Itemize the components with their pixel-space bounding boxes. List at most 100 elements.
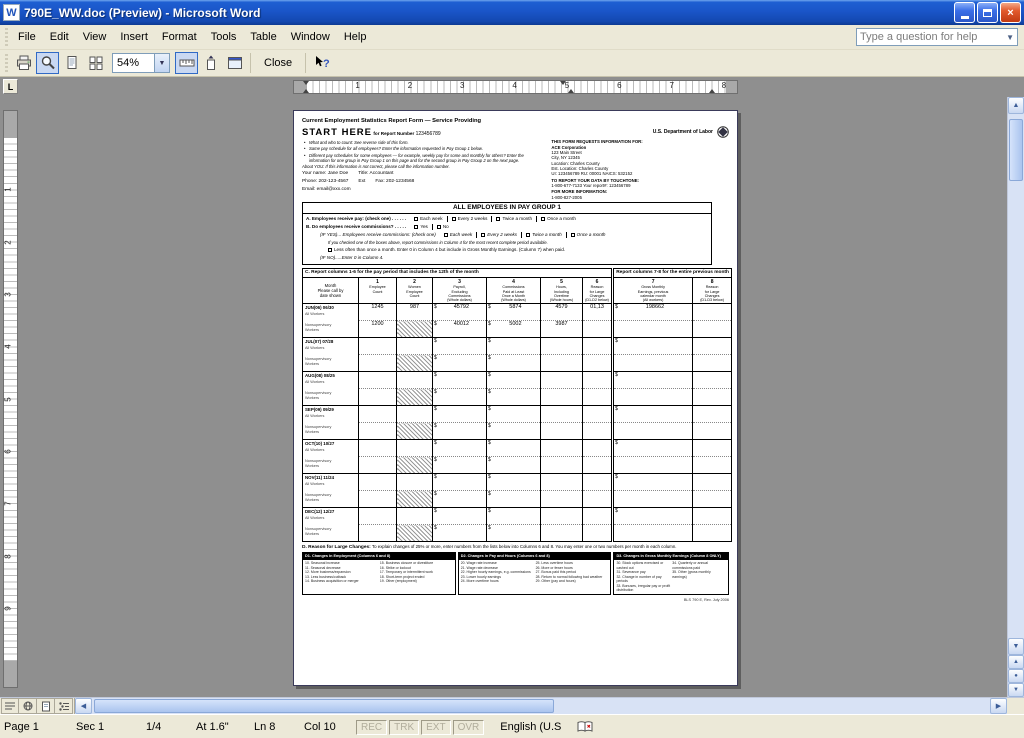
one-page-button[interactable] xyxy=(60,52,83,74)
checkbox-icon[interactable] xyxy=(444,233,448,237)
data-cell[interactable] xyxy=(359,389,397,406)
data-cell[interactable] xyxy=(693,355,732,372)
data-cell[interactable] xyxy=(693,389,732,406)
checkbox-icon[interactable] xyxy=(328,248,332,252)
pay-option[interactable]: No xyxy=(432,224,453,230)
data-cell[interactable] xyxy=(583,355,613,372)
data-cell[interactable] xyxy=(359,355,397,372)
money-cell[interactable]: $ xyxy=(433,525,487,542)
data-cell[interactable]: 987 xyxy=(397,304,433,321)
minimize-button[interactable] xyxy=(954,2,975,23)
money-cell[interactable]: $ xyxy=(613,406,693,423)
data-cell[interactable] xyxy=(397,338,433,355)
hanging-indent-marker[interactable] xyxy=(303,89,309,93)
ask-dropdown-icon[interactable]: ▼ xyxy=(1003,33,1017,42)
data-cell[interactable] xyxy=(583,423,613,440)
month-cell[interactable]: JUL(07) 07/28All WorkersNonsupervisory W… xyxy=(303,338,359,372)
menu-insert[interactable]: Insert xyxy=(113,27,155,47)
vertical-ruler[interactable]: 123456789 xyxy=(3,110,18,688)
money-cell[interactable]: $ xyxy=(613,440,693,457)
data-cell[interactable] xyxy=(541,508,583,525)
money-cell[interactable]: $5002 xyxy=(487,321,541,338)
pay-option[interactable]: Each week xyxy=(440,232,476,238)
help-button[interactable]: ? xyxy=(310,52,333,74)
toolbar-grip[interactable] xyxy=(5,28,8,46)
data-cell[interactable] xyxy=(613,491,693,508)
data-cell[interactable]: 4579 xyxy=(541,304,583,321)
magnifier-button[interactable] xyxy=(36,52,59,74)
menu-edit[interactable]: Edit xyxy=(43,27,76,47)
data-cell[interactable] xyxy=(397,406,433,423)
horizontal-ruler[interactable]: L 12345678 xyxy=(0,77,1024,97)
checkbox-icon[interactable] xyxy=(481,233,485,237)
data-cell[interactable] xyxy=(541,474,583,491)
data-cell[interactable] xyxy=(359,440,397,457)
money-cell[interactable]: $45792 xyxy=(433,304,487,321)
data-cell[interactable] xyxy=(693,406,732,423)
money-cell[interactable]: $ xyxy=(433,457,487,474)
data-cell[interactable] xyxy=(613,457,693,474)
zoom-combobox[interactable]: 54% ▼ xyxy=(112,53,170,73)
checkbox-icon[interactable] xyxy=(571,233,575,237)
pay-option[interactable]: Once a month xyxy=(566,232,610,238)
checkbox-icon[interactable] xyxy=(414,225,418,229)
next-page-icon[interactable]: ▼ xyxy=(1008,683,1024,697)
pay-option[interactable]: Every 2 weeks xyxy=(476,232,521,238)
print-button[interactable] xyxy=(12,52,35,74)
data-cell[interactable] xyxy=(693,440,732,457)
data-cell[interactable] xyxy=(397,508,433,525)
outline-view-button[interactable] xyxy=(55,698,73,714)
money-cell[interactable]: $ xyxy=(487,355,541,372)
data-cell[interactable] xyxy=(541,338,583,355)
money-cell[interactable]: $ xyxy=(613,338,693,355)
horizontal-scrollbar[interactable]: ◀ ▶ xyxy=(0,697,1024,714)
month-cell[interactable]: SEP(09) 09/29All WorkersNonsupervisory W… xyxy=(303,406,359,440)
toolbar-grip[interactable] xyxy=(5,54,8,72)
pay-option[interactable]: Yes xyxy=(410,224,432,230)
money-cell[interactable]: $ xyxy=(433,389,487,406)
vertical-scroll-track[interactable] xyxy=(1008,114,1024,638)
money-cell[interactable]: $ xyxy=(487,474,541,491)
restore-button[interactable] xyxy=(977,2,998,23)
money-cell[interactable]: $ xyxy=(487,389,541,406)
data-cell[interactable] xyxy=(541,440,583,457)
pay-option[interactable]: Each week xyxy=(410,216,446,222)
document-page[interactable]: Current Employment Statistics Report For… xyxy=(293,110,738,686)
data-cell[interactable] xyxy=(359,406,397,423)
data-cell[interactable] xyxy=(359,423,397,440)
scroll-left-icon[interactable]: ◀ xyxy=(75,698,92,714)
month-cell[interactable]: JUN(06) 06/30All WorkersNonsupervisory W… xyxy=(303,304,359,338)
money-cell[interactable]: $ xyxy=(433,406,487,423)
checkbox-icon[interactable] xyxy=(526,233,530,237)
normal-view-button[interactable] xyxy=(1,698,19,714)
data-cell[interactable] xyxy=(541,372,583,389)
data-cell[interactable] xyxy=(397,372,433,389)
previous-page-icon[interactable]: ▲ xyxy=(1008,655,1024,669)
data-cell[interactable] xyxy=(541,355,583,372)
money-cell[interactable]: $ xyxy=(487,508,541,525)
pay-option[interactable]: Twice a month xyxy=(521,232,566,238)
money-cell[interactable]: $ xyxy=(487,491,541,508)
data-cell[interactable] xyxy=(583,338,613,355)
month-cell[interactable]: OCT(10) 10/27All WorkersNonsupervisory W… xyxy=(303,440,359,474)
data-cell[interactable] xyxy=(359,457,397,474)
data-cell[interactable] xyxy=(541,406,583,423)
data-cell[interactable] xyxy=(541,457,583,474)
money-cell[interactable]: $ xyxy=(487,525,541,542)
right-indent-marker[interactable] xyxy=(709,89,715,93)
money-cell[interactable]: $ xyxy=(433,508,487,525)
money-cell[interactable]: $ xyxy=(433,474,487,491)
data-cell[interactable] xyxy=(359,338,397,355)
money-cell[interactable]: $ xyxy=(613,508,693,525)
scroll-right-icon[interactable]: ▶ xyxy=(990,698,1007,714)
money-cell[interactable]: $ xyxy=(433,355,487,372)
data-cell[interactable] xyxy=(583,457,613,474)
data-cell[interactable] xyxy=(693,372,732,389)
data-cell[interactable] xyxy=(583,491,613,508)
horizontal-scroll-thumb[interactable] xyxy=(94,699,554,713)
data-cell[interactable] xyxy=(359,491,397,508)
money-cell[interactable]: $ xyxy=(433,440,487,457)
money-cell[interactable]: $40012 xyxy=(433,321,487,338)
data-cell[interactable] xyxy=(613,423,693,440)
data-cell[interactable] xyxy=(359,372,397,389)
